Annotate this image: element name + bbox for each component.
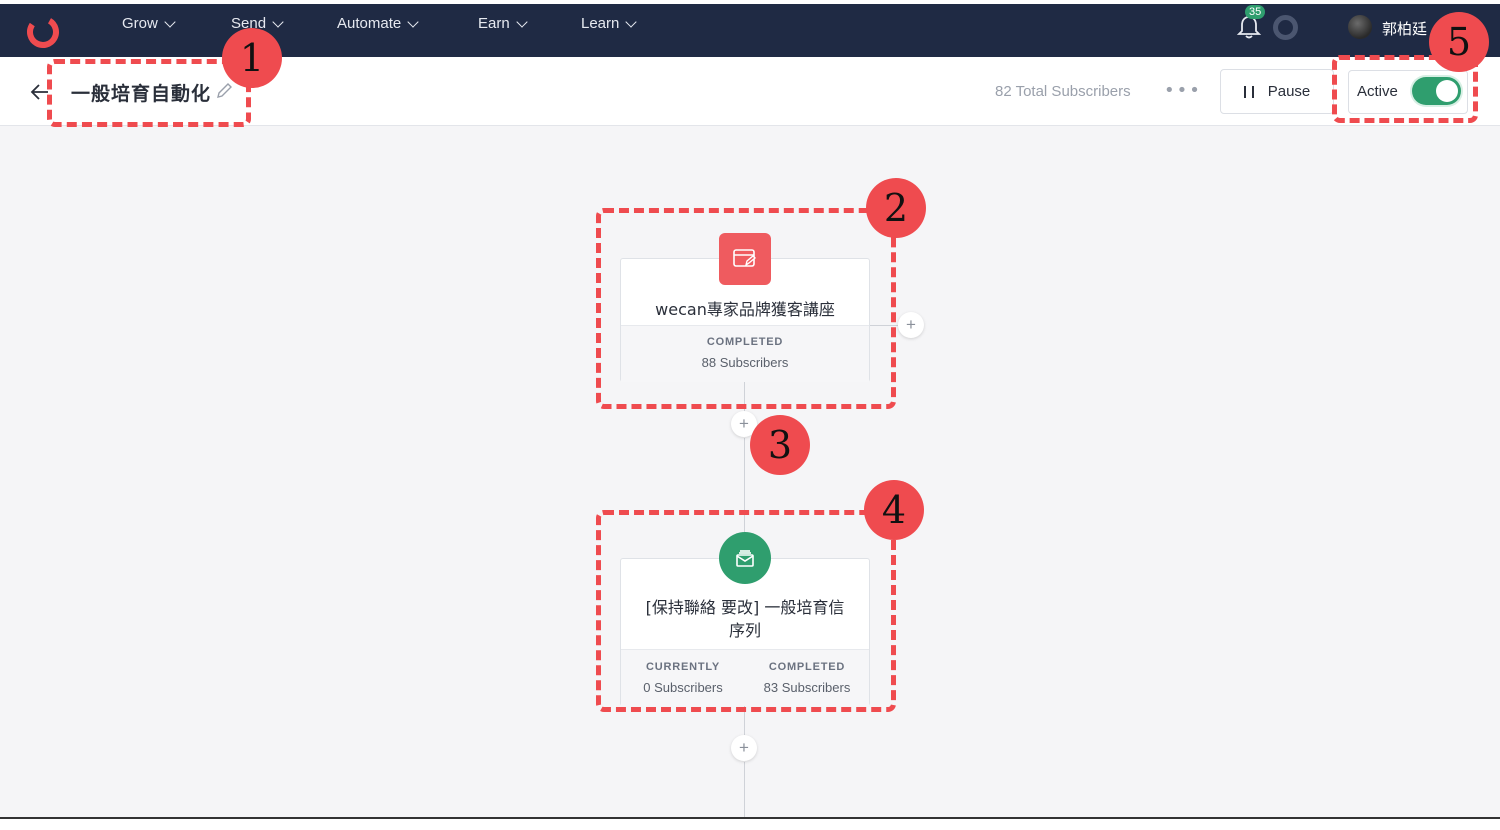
chevron-down-icon [164, 15, 176, 28]
pause-button[interactable]: Pause [1220, 69, 1334, 114]
annotation-badge-1: 1 [222, 28, 282, 88]
chevron-down-icon [516, 15, 528, 28]
notification-count-badge: 35 [1245, 5, 1266, 19]
annotation-badge-5: 5 [1429, 12, 1489, 72]
more-options-icon[interactable]: ••• [1164, 80, 1202, 101]
user-name[interactable]: 郭柏廷 [1382, 18, 1427, 39]
chevron-down-icon [272, 15, 284, 28]
avatar[interactable] [1348, 15, 1372, 39]
annotation-badge-3: 3 [750, 415, 810, 475]
nav-grow[interactable]: Grow [122, 15, 176, 32]
chevron-down-icon [625, 15, 638, 28]
status-ring-icon[interactable] [1273, 15, 1298, 40]
chevron-down-icon [407, 15, 419, 28]
nav-grow-label: Grow [122, 15, 158, 32]
add-branch-button[interactable]: + [898, 312, 924, 338]
window-bottom-border [0, 817, 1500, 819]
annotation-box-2 [596, 208, 896, 409]
nav-earn-label: Earn [478, 15, 510, 32]
annotation-badge-2: 2 [866, 178, 926, 238]
connector-line [744, 762, 745, 817]
nav-learn-label: Learn [581, 15, 620, 32]
nav-earn[interactable]: Earn [478, 15, 528, 32]
pause-icon [1243, 85, 1254, 98]
nav-automate[interactable]: Automate [337, 15, 419, 32]
nav-automate-label: Automate [337, 15, 402, 32]
annotation-box-4 [596, 510, 896, 712]
add-step-button[interactable]: + [731, 735, 757, 761]
pause-button-label: Pause [1267, 83, 1311, 100]
annotation-box-1 [47, 59, 251, 127]
nav-learn[interactable]: Learn [581, 15, 638, 32]
convertkit-logo-icon[interactable] [25, 13, 61, 49]
total-subscribers-count: 82 Total Subscribers [995, 83, 1131, 100]
annotation-badge-4: 4 [864, 480, 924, 540]
